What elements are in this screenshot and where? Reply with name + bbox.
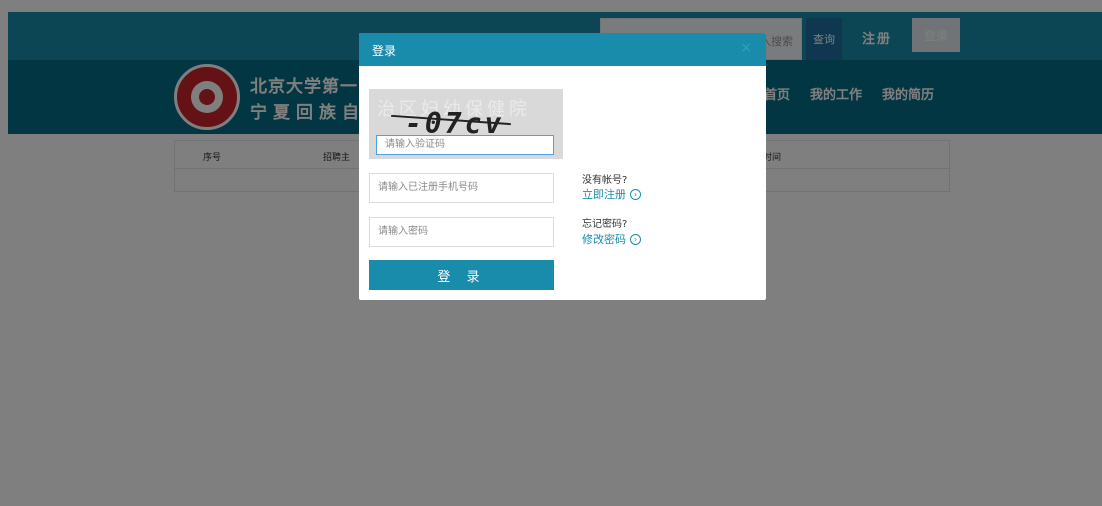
arrow-right-circle-icon: ›: [630, 233, 641, 245]
register-now-label: 立即注册: [582, 188, 626, 201]
login-modal: 登录 × 治区妇幼保健院 -07cv 请输入验证码 请输入已注册手机号码 请输入…: [359, 33, 766, 300]
captcha-input[interactable]: 请输入验证码: [376, 135, 554, 155]
password-input[interactable]: 请输入密码: [369, 217, 554, 247]
phone-input[interactable]: 请输入已注册手机号码: [369, 173, 554, 203]
modal-title: 登录: [372, 44, 397, 58]
modal-header: 登录 ×: [359, 33, 766, 66]
arrow-right-circle-icon: ›: [630, 188, 641, 200]
change-password-link[interactable]: 修改密码 ›: [582, 231, 641, 247]
change-password-label: 修改密码: [582, 233, 626, 246]
forgot-password-text: 忘记密码?: [582, 219, 628, 230]
login-submit-button[interactable]: 登 录: [369, 260, 554, 290]
no-account-text: 没有帐号?: [582, 175, 628, 186]
close-icon[interactable]: ×: [740, 40, 752, 56]
register-now-link[interactable]: 立即注册 ›: [582, 186, 641, 202]
